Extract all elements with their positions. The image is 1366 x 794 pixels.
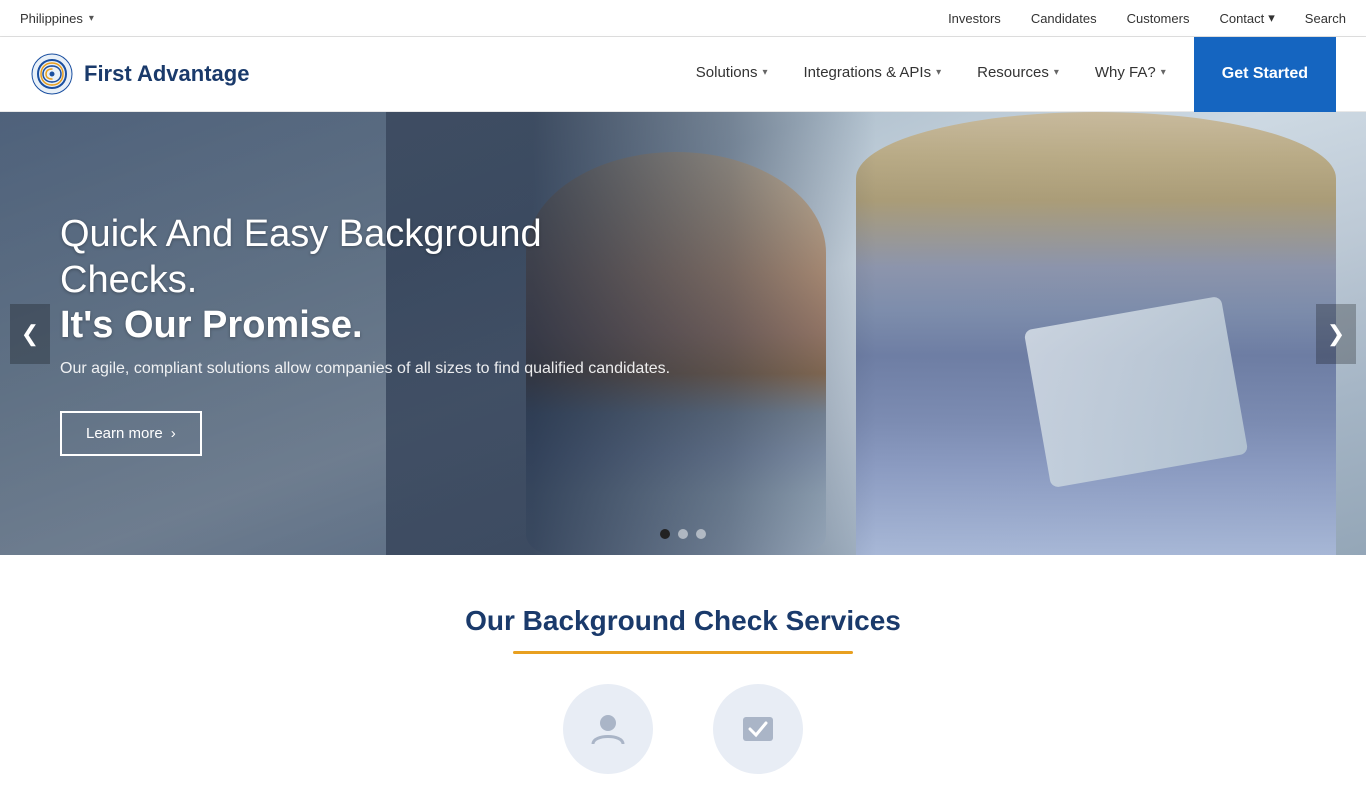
services-section: Our Background Check Services [0,555,1366,794]
logo[interactable]: First Advantage [30,52,249,96]
hero-subtitle: Our agile, compliant solutions allow com… [60,357,680,381]
hero-learn-more-button[interactable]: Learn more › [60,411,202,456]
slider-dot-2[interactable] [678,529,688,539]
services-title: Our Background Check Services [0,605,1366,637]
nav-solutions[interactable]: Solutions ▾ [678,37,786,112]
service-icon-1 [563,684,653,774]
logo-icon [30,52,74,96]
hero-section: Quick And Easy Background Checks. It's O… [0,112,1366,555]
top-bar: Philippines ▾ Investors Candidates Custo… [0,0,1366,37]
hero-title: Quick And Easy Background Checks. It's O… [60,212,680,349]
hero-tablet [1024,296,1249,488]
candidates-link[interactable]: Candidates [1031,11,1097,26]
region-selector[interactable]: Philippines ▾ [20,11,94,26]
whyfa-chevron: ▾ [1161,67,1166,78]
solutions-chevron: ▾ [762,67,767,78]
logo-text: First Advantage [84,61,249,87]
integrations-chevron: ▾ [936,67,941,78]
region-chevron: ▾ [89,13,94,24]
nav-whyfa[interactable]: Why FA? ▾ [1077,37,1184,112]
get-started-button[interactable]: Get Started [1194,37,1336,112]
resources-chevron: ▾ [1054,67,1059,78]
hero-cta-chevron: › [171,425,176,442]
hero-content: Quick And Easy Background Checks. It's O… [60,212,680,456]
contact-chevron: ▾ [1268,10,1275,26]
customers-link[interactable]: Customers [1127,11,1190,26]
service-check-icon [738,709,778,749]
region-label: Philippines [20,11,83,26]
nav-integrations[interactable]: Integrations & APIs ▾ [786,37,960,112]
services-icons-row [0,684,1366,774]
services-underline [513,651,853,654]
nav-resources[interactable]: Resources ▾ [959,37,1077,112]
arrow-left-icon: ❮ [21,321,39,347]
slider-dot-3[interactable] [696,529,706,539]
main-nav: First Advantage Solutions ▾ Integrations… [0,37,1366,112]
arrow-right-icon: ❯ [1327,321,1345,347]
slider-prev-button[interactable]: ❮ [10,304,50,364]
contact-link[interactable]: Contact ▾ [1219,10,1274,26]
slider-next-button[interactable]: ❯ [1316,304,1356,364]
slider-dots [660,529,706,539]
nav-links: Solutions ▾ Integrations & APIs ▾ Resour… [678,37,1184,112]
service-person-icon [588,709,628,749]
service-icon-2 [713,684,803,774]
top-bar-links: Investors Candidates Customers Contact ▾… [948,10,1346,26]
search-link[interactable]: Search [1305,11,1346,26]
investors-link[interactable]: Investors [948,11,1001,26]
slider-dot-1[interactable] [660,529,670,539]
